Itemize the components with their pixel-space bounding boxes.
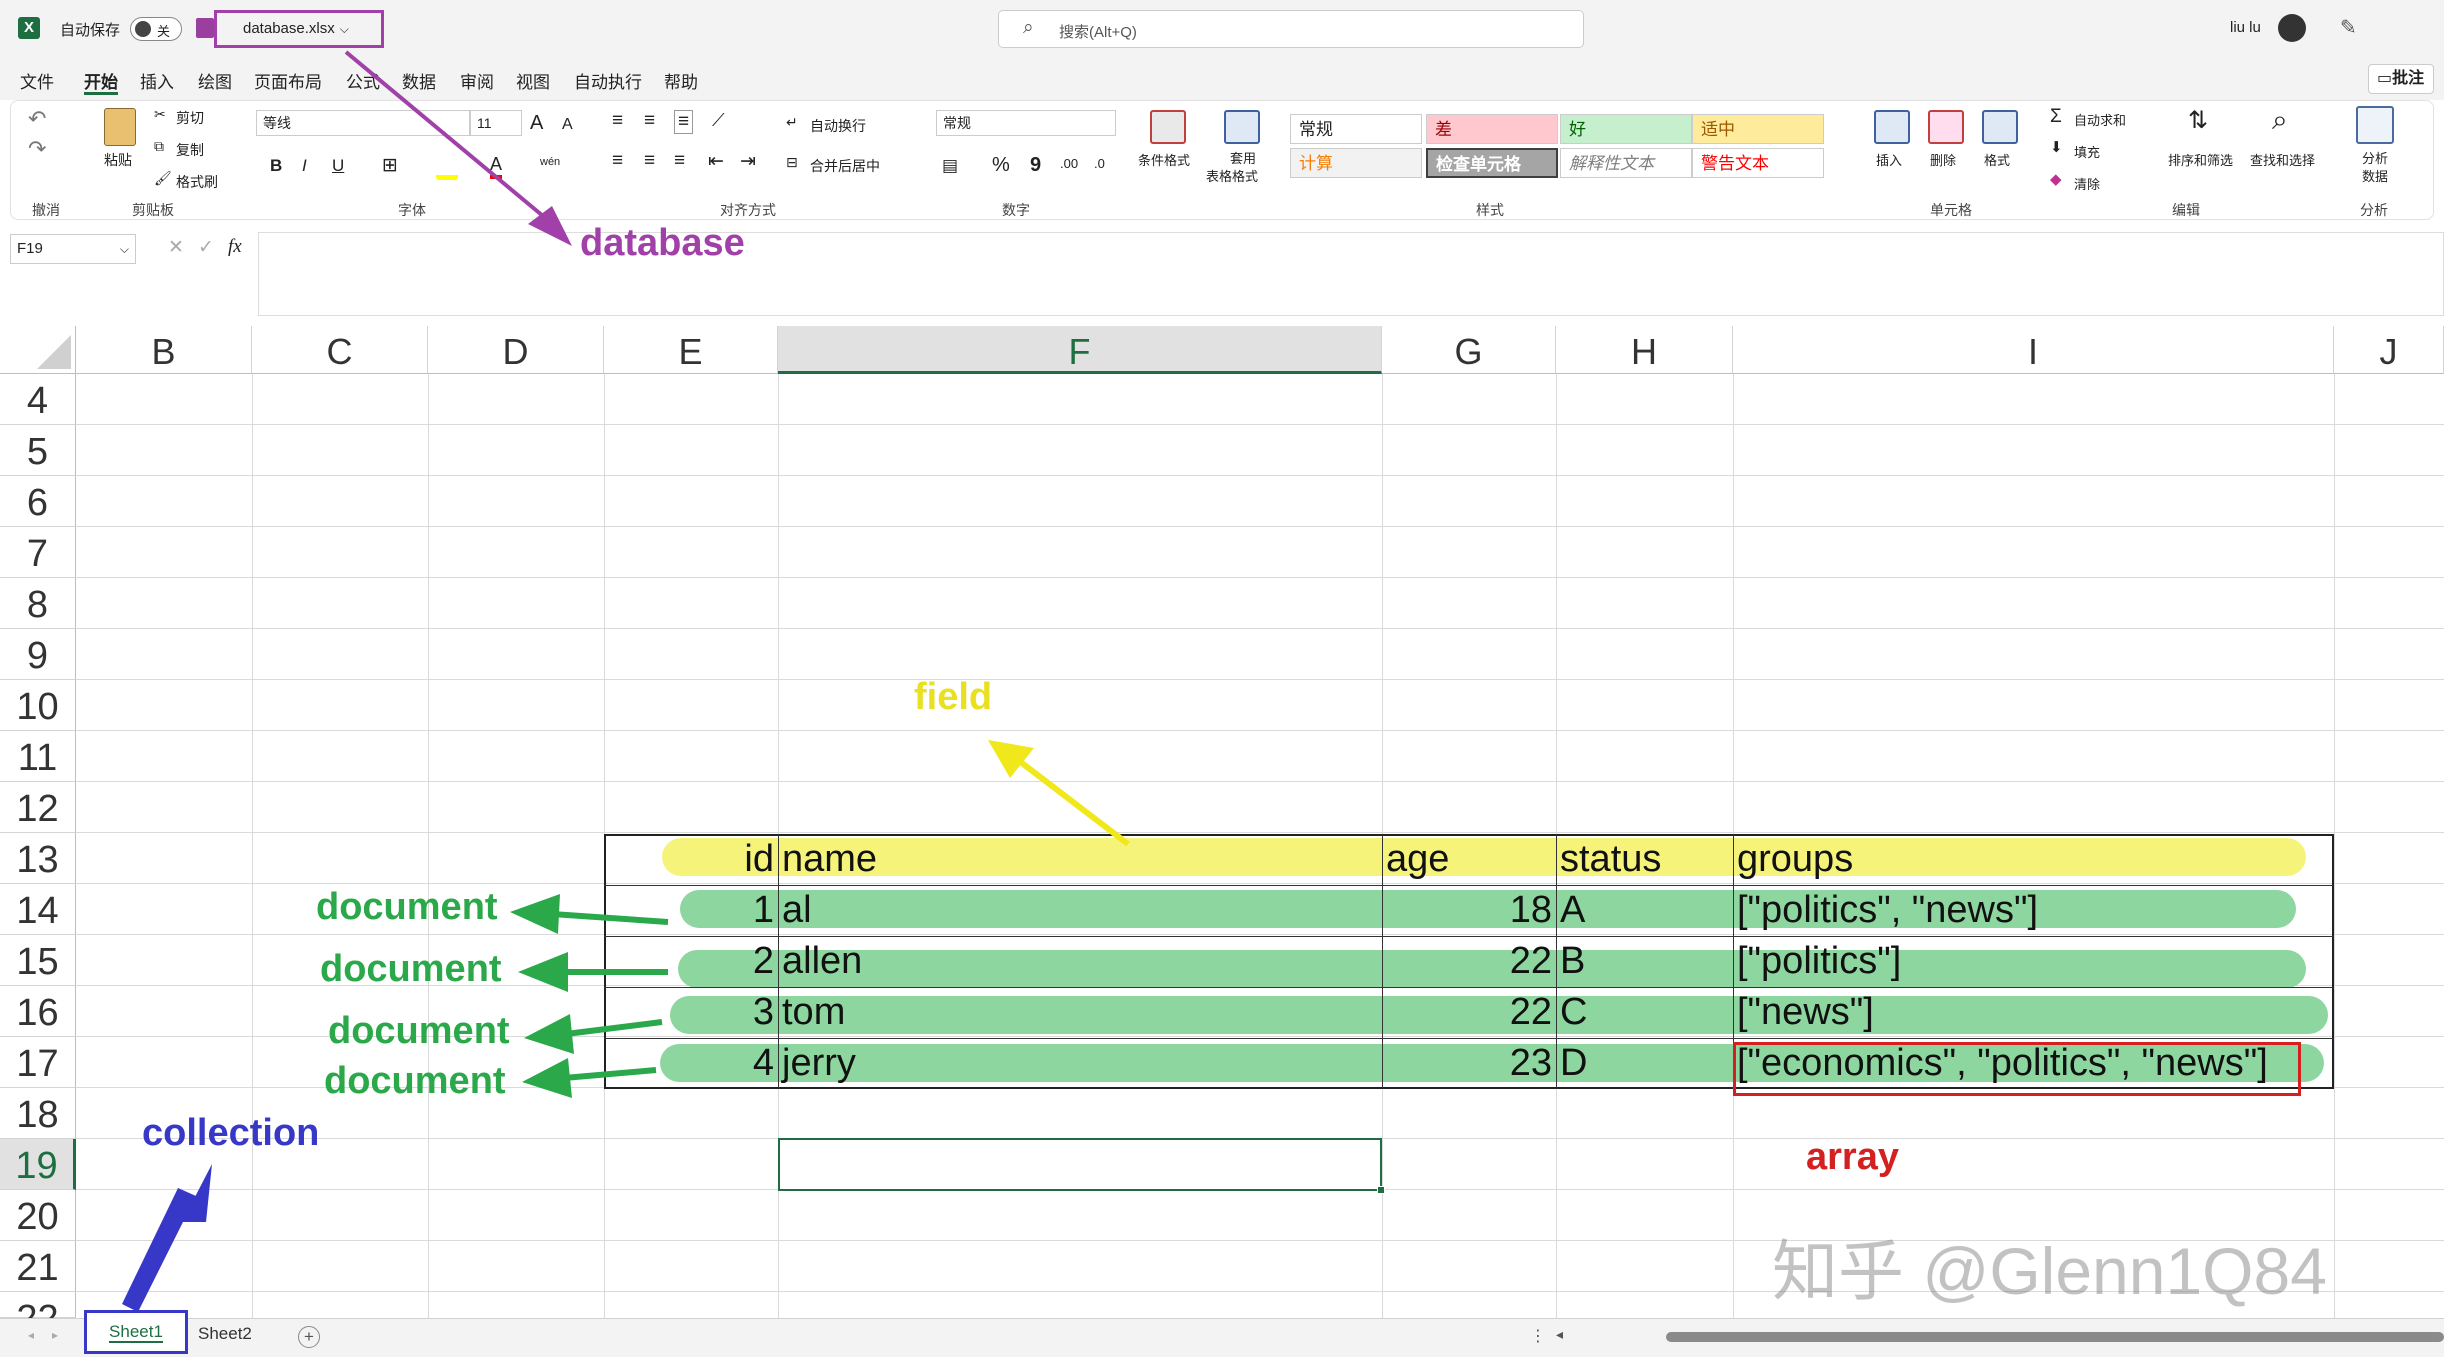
document-arrow-1	[510, 894, 669, 934]
horizontal-scrollbar[interactable]	[1666, 1332, 2444, 1342]
tab-splitter-icon[interactable]: ⋮	[1530, 1326, 1546, 1346]
document-arrow-4	[522, 1058, 657, 1098]
field-annotation: field	[914, 676, 993, 718]
hscroll-left-icon[interactable]: ◂	[1556, 1326, 1563, 1343]
sheet-tab-sheet2[interactable]: Sheet2	[198, 1324, 252, 1344]
tab-scroll-left-icon[interactable]: ◂	[28, 1328, 34, 1342]
database-annotation: database	[580, 222, 745, 264]
sheet-tab-sheet1[interactable]: Sheet1	[84, 1310, 188, 1354]
collection-annotation: collection	[142, 1112, 320, 1154]
add-sheet-button[interactable]: +	[298, 1326, 320, 1348]
database-arrow	[344, 50, 572, 246]
document-annotation-2: document	[320, 948, 502, 990]
document-arrow-2	[518, 952, 668, 992]
collection-arrow	[122, 1164, 212, 1312]
plus-icon: +	[304, 1327, 314, 1346]
document-annotation-1: document	[316, 886, 498, 928]
document-annotation-3: document	[328, 1010, 510, 1052]
document-annotation-4: document	[324, 1060, 506, 1102]
sheet1-label: Sheet1	[109, 1322, 163, 1343]
document-arrow-3	[524, 1014, 663, 1054]
tab-scroll-right-icon[interactable]: ▸	[52, 1328, 58, 1342]
field-arrow	[988, 740, 1130, 847]
watermark: 知乎 @Glenn1Q84	[1772, 1234, 2327, 1308]
annotation-arrows	[122, 50, 1130, 1312]
array-annotation: array	[1806, 1136, 1899, 1178]
